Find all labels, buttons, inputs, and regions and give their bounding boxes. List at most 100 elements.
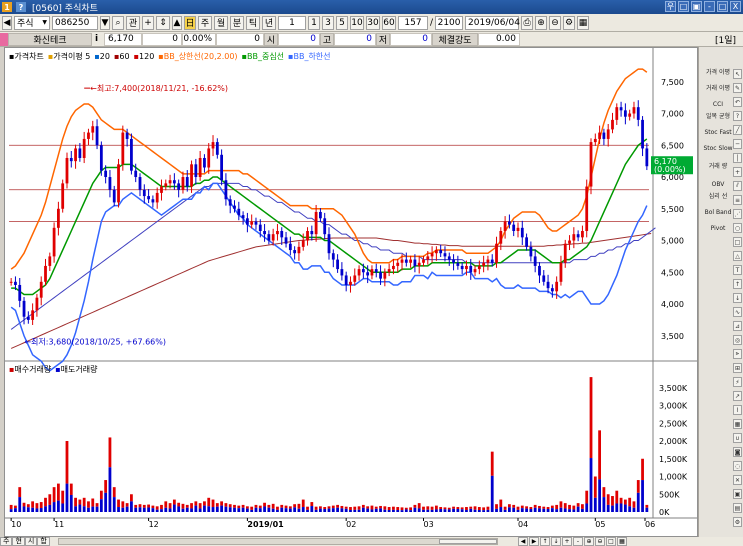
layout-icon[interactable]: ▦ [577,15,590,30]
market-select[interactable]: 주식 ▼ [14,15,50,30]
period-tool-icon[interactable]: ⊞ [733,363,742,373]
indicator-stoc-slow[interactable]: Stoc Slow [703,145,733,152]
indicator-psychology[interactable]: 심리 선 [703,193,733,200]
interval-30[interactable]: 30 [366,15,380,30]
chart-area[interactable]: 7,500 7,000 6,500 6,000 5,500 5,000 4,500 4,000… [4,47,698,537]
tab-current[interactable]: 현 [12,537,25,546]
related-button[interactable]: 관 [126,15,140,30]
arrow-up-tool-icon[interactable]: ↑ [733,279,742,289]
save-tool-icon[interactable]: ▣ [733,489,742,499]
period-year[interactable]: 년 [262,15,276,30]
triangle-tool-icon[interactable]: △ [733,251,742,261]
expand-button[interactable]: ⊕ [584,537,594,546]
vline-tool-icon[interactable]: │ [733,153,742,163]
total-input[interactable]: 2100 [435,15,464,30]
indicator-ma-price[interactable]: 가격 이평 [703,69,733,76]
scroll-up-button[interactable]: ↑ [540,537,550,546]
tab-market[interactable]: 시 [24,537,38,546]
code-input[interactable]: 086250 [52,15,98,30]
cycle-tool-icon[interactable]: ◎ [733,335,742,345]
indicator-stoc-fast[interactable]: Stoc Fast [703,129,733,136]
interval-1[interactable]: 1 [308,15,320,30]
fibo-tool-icon[interactable]: ≡ [733,195,742,205]
grid-view-button[interactable]: ▦ [617,537,627,546]
search-icon[interactable]: ⌕ [112,15,124,30]
period-tick[interactable]: 틱 [246,15,260,30]
text-tool-icon[interactable]: T [733,265,742,275]
scroll-left-button[interactable]: ◀ [518,537,528,546]
tab-sum[interactable]: 합 [37,537,50,546]
indicator-obv[interactable]: OBV [703,181,733,188]
indicator-ichimoku[interactable]: 일목 균형 [703,113,733,120]
help-icon[interactable]: ? [16,2,26,12]
delete-tool-icon[interactable]: ✕ [733,475,742,485]
grid-tool-icon[interactable]: ▦ [733,419,742,429]
settings-icon[interactable]: ⚙ [563,15,576,30]
arrow-down-tool-icon[interactable]: ↓ [733,293,742,303]
line-tool-icon[interactable]: ╱ [733,125,742,135]
indicator-ma-volume[interactable]: 거래 이평 [703,85,733,92]
scroll-down-button[interactable]: ↓ [551,537,561,546]
zoom-out-button[interactable]: - [573,537,583,546]
maximize-button[interactable]: □ [717,1,728,12]
window-control-0[interactable]: 우 [665,1,676,12]
speaker-icon[interactable]: ◀ [2,15,12,30]
interval-60[interactable]: 60 [382,15,396,30]
channel-tool-icon[interactable]: ⫽ [733,181,742,191]
period-week[interactable]: 주 [198,15,212,30]
trend-tool-icon[interactable]: ↗ [733,391,742,401]
speed-tool-icon[interactable]: ⚡ [733,377,742,387]
rect-tool-icon[interactable]: □ [733,237,742,247]
wave-tool-icon[interactable]: ∿ [733,307,742,317]
indicator-volume[interactable]: 거래 량 [703,163,733,170]
interval-3[interactable]: 3 [322,15,334,30]
count-input[interactable]: 157 [398,15,428,30]
minimize-button[interactable]: - [704,1,715,12]
date-select[interactable]: 2019/06/04▼ [465,15,527,30]
zoom-out-icon[interactable]: ⊖ [549,15,562,30]
indicator-bollinger[interactable]: Bol Band [703,209,733,216]
interval-input[interactable]: 1 [278,15,306,30]
cursor-tool-icon[interactable]: ↖ [733,69,742,79]
zoom-icon[interactable]: ⊕ [535,15,548,30]
window-control-1[interactable]: □ [678,1,689,12]
scroll-right-button[interactable]: ▶ [529,537,539,546]
circle-tool-icon[interactable]: ○ [733,223,742,233]
chart-scrollbar[interactable] [58,538,498,545]
help-tool-icon[interactable]: ? [733,111,742,121]
indicator-pivot[interactable]: Pivot [703,225,733,232]
hide-tool-icon[interactable]: ◌ [733,461,742,471]
interval-10[interactable]: 10 [350,15,364,30]
load-tool-icon[interactable]: ▤ [733,503,742,513]
shrink-button[interactable]: ⊖ [595,537,605,546]
zigzag-tool-icon[interactable]: ⌇ [733,405,742,415]
close-button[interactable]: X [730,1,741,12]
add-icon[interactable]: + [142,15,154,30]
window-control-2[interactable]: ▣ [691,1,702,12]
zoom-in-button[interactable]: + [562,537,572,546]
info-icon[interactable]: i [92,33,104,46]
stepper-icon[interactable]: ⇕ [156,15,170,30]
hline-tool-icon[interactable]: ─ [733,139,742,149]
print-icon[interactable]: ⎙ [521,15,534,30]
period-month[interactable]: 월 [214,15,228,30]
full-view-button[interactable]: □ [606,537,616,546]
day-period-button[interactable]: 日 [184,15,196,30]
andrew-tool-icon[interactable]: ⫸ [733,349,742,359]
eraser-tool-icon[interactable]: ✎ [733,83,742,93]
fan-tool-icon[interactable]: ⋰ [733,209,742,219]
interval-5[interactable]: 5 [336,15,348,30]
prev-icon[interactable]: ▲ [172,15,182,30]
lock-tool-icon[interactable]: ◙ [733,447,742,457]
config-tool-icon[interactable]: ⚙ [733,517,742,527]
period-minute[interactable]: 분 [230,15,244,30]
magnet-tool-icon[interactable]: ∪ [733,433,742,443]
tab-stock[interactable]: 주 [0,537,13,546]
code-dropdown-icon[interactable]: ▼ [100,15,110,30]
undo-tool-icon[interactable]: ↶ [733,97,742,107]
gann-tool-icon[interactable]: ⊿ [733,321,742,331]
indicator-cci[interactable]: CCI [703,101,733,108]
cross-tool-icon[interactable]: + [733,167,742,177]
price-tick-label: 6,000 [661,173,684,182]
scrollbar-thumb[interactable] [439,539,497,544]
